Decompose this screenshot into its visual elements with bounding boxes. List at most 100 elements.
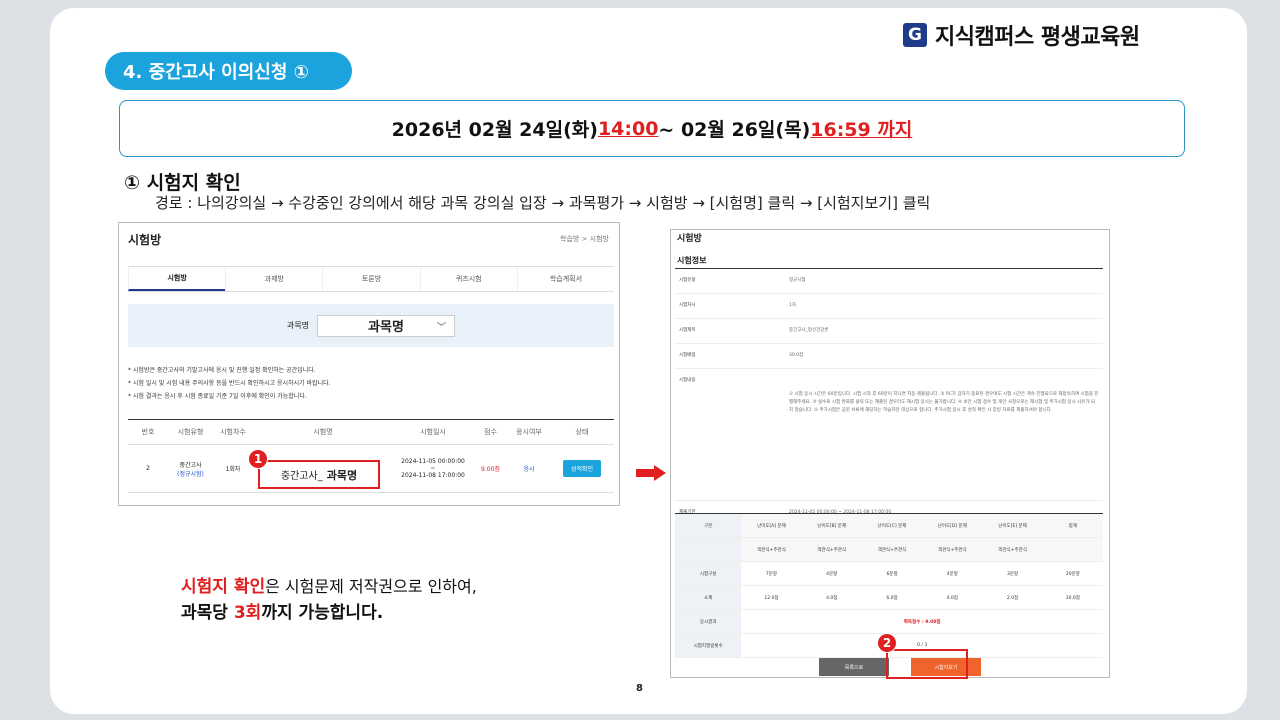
room-tabs: 시험방 과제방 토론방 퀴즈시험 학습계획서 xyxy=(128,266,614,292)
tab-exam-room[interactable]: 시험방 xyxy=(128,267,226,291)
cell-date-end: 2024-11-08 17:00:00 xyxy=(401,472,465,479)
info-row: 시험제목 중간고사_정신건강론 xyxy=(675,319,1103,344)
grid-row-label: 시험구성 xyxy=(675,562,742,585)
subject-label: 과목명 xyxy=(286,321,310,330)
grid-cell: 20문항 xyxy=(1065,571,1080,577)
cell-date: 2024-11-05 00:00:00 ~ 2024-11-08 17:00:0… xyxy=(393,445,473,492)
right-arrow-icon xyxy=(636,465,666,481)
grid-cell: 12.0점 xyxy=(764,595,779,601)
step-title: ① 시험지 확인 xyxy=(124,172,241,194)
note-line-2: 과목당 3회까지 가능합니다. xyxy=(181,600,477,626)
step-badge-2: 2 xyxy=(877,633,897,653)
grid-sub: 객관식+주관식 xyxy=(817,547,847,553)
notice-item: * 시험방은 중간고사와 기말고사에 응시 및 진행 일정 확인하는 공간입니다… xyxy=(128,367,316,374)
info-value: 정규시험 xyxy=(789,278,806,283)
note-count: 3회 xyxy=(233,603,262,623)
result-row: 응시결과 획득점수 : 9.00점 xyxy=(675,610,1103,634)
grid-header: 난이도[B] 문제 xyxy=(817,523,847,529)
exam-name-subject: 과목명 xyxy=(326,468,358,482)
score-check-button[interactable]: 성적확인 xyxy=(562,460,602,477)
page-number: 8 xyxy=(636,683,643,694)
table-header: 번호 시험유형 시험차수 시험명 시험일시 점수 응시여부 상태 xyxy=(128,419,614,445)
grid-sub xyxy=(675,538,742,561)
brand-name: 지식캠퍼스 평생교육원 xyxy=(935,25,1140,50)
subject-select[interactable]: 과목명 ﹀ xyxy=(317,314,456,337)
grid-row: 소계 12.0점 4.0점 6.0점 4.0점 2.0점 30.0점 xyxy=(675,586,1103,610)
col-type: 시험유형 xyxy=(177,428,204,436)
note-line2-a: 과목당 xyxy=(181,603,234,623)
grid-cell: 30.0점 xyxy=(1065,595,1080,601)
grid-cell: 2.0점 xyxy=(1006,595,1019,601)
col-round: 시험차수 xyxy=(220,428,246,436)
col-no: 번호 xyxy=(141,428,155,436)
subject-select-value: 과목명 xyxy=(368,320,404,335)
grid-header: 난이도[C] 문제 xyxy=(877,523,907,529)
cell-type-sub: (정규시험) xyxy=(177,470,204,478)
col-status: 상태 xyxy=(575,428,589,436)
section-title: 4. 중간고사 이의신청 ① xyxy=(105,52,352,90)
grid-cell: 4.0점 xyxy=(826,595,838,601)
grid-cell: 4문항 xyxy=(826,571,838,577)
info-table: 시험유형 정규시험 시험차시 1차 시험제목 중간고사_정신건강론 시험배점 30.0점… xyxy=(675,269,1103,526)
note-rest: 은 시험문제 저작권으로 인하여, xyxy=(265,577,477,596)
grid-cell: 7문항 xyxy=(765,571,778,577)
grid-sub: 객관식+주관식 xyxy=(937,547,967,553)
chevron-down-icon: ﹀ xyxy=(437,322,447,333)
grid-sub-row: 객관식+주관식 객관식+주관식 객관식+주관식 객관식+주관식 객관식+주관식 xyxy=(675,538,1103,562)
panel-title: 시험방 xyxy=(128,233,162,247)
info-value: 1차 xyxy=(789,303,797,308)
cell-taken: 응시 xyxy=(523,466,535,473)
cell-type: 중간고사 (정규시험) xyxy=(168,445,213,492)
back-to-list-button[interactable]: 목록으로 xyxy=(819,658,889,676)
col-date: 시험일시 xyxy=(420,428,446,436)
breadcrumb: 학습방 > 시험방 xyxy=(560,235,609,243)
info-key: 시험배점 xyxy=(679,353,696,358)
view-button-highlight xyxy=(886,649,968,679)
appeal-period-box: 2026년 02월 24일(화) 14:00 ~ 02월 26일(목) 16:5… xyxy=(119,100,1185,157)
panel-title: 시험방 xyxy=(677,234,702,244)
grid-header: 난이도[A] 문제 xyxy=(757,523,786,529)
period-end-time: 16:59 까지 xyxy=(810,119,913,141)
tab-discussion-room[interactable]: 토론방 xyxy=(322,267,419,291)
tab-quiz[interactable]: 퀴즈시험 xyxy=(419,267,517,291)
info-key: 시험차시 xyxy=(679,303,696,308)
grid-row-label: 소계 xyxy=(675,586,742,609)
cell-date-sep: ~ xyxy=(430,465,436,472)
info-row: 시험차시 1차 xyxy=(675,294,1103,319)
note-line-1: 시험지 확인은 시험문제 저작권으로 인하여, xyxy=(181,574,477,600)
tab-assignment-room[interactable]: 과제방 xyxy=(225,267,322,291)
grid-header: 구분 xyxy=(675,514,742,537)
grid-row: 시험구성 7문항 4문항 6문항 4문항 3문항 20문항 xyxy=(675,562,1103,586)
period-start-time: 14:00 xyxy=(597,117,659,140)
grid-cell: 3문항 xyxy=(1007,571,1019,577)
exam-info-panel: 시험방 시험정보 시험유형 정규시험 시험차시 1차 시험제목 중간고사_정신건강론 … xyxy=(670,229,1110,678)
cell-no: 2 xyxy=(146,465,150,472)
period-prefix: 2026년 02월 24일(화) xyxy=(391,119,598,141)
grid-header-row: 구분 난이도[A] 문제 난이도[B] 문제 난이도[C] 문제 난이도[D] … xyxy=(675,514,1103,538)
notice-list: * 시험방은 중간고사와 기말고사에 응시 및 진행 일정 확인하는 공간입니다… xyxy=(128,364,331,403)
cell-score: 9.00점 xyxy=(481,466,500,473)
tab-study-plan[interactable]: 학습계획서 xyxy=(516,267,614,291)
notice-item: * 시험 결과는 응시 후 시험 종료일 기준 7일 이후에 확인이 가능합니다… xyxy=(128,393,307,400)
cell-round: 1회차 xyxy=(225,466,241,473)
grid-cell: 6.0점 xyxy=(886,595,898,601)
info-key: 시험제목 xyxy=(679,328,696,333)
info-row: 시험내용 ① 시험 응시 시간은 60분입니다. 시험 시작 후 60분이 지나면… xyxy=(675,369,1103,501)
note-highlight: 시험지 확인 xyxy=(181,577,266,597)
view-count-label: 시험지열람횟수 xyxy=(675,634,742,657)
grid-sub: 객관식+주관식 xyxy=(877,547,907,553)
grid-header: 난이도[D] 문제 xyxy=(937,523,967,529)
grid-cell: 4.0점 xyxy=(946,595,958,601)
cell-status: 성적확인 xyxy=(550,445,614,492)
brand-logo: G 지식캠퍼스 평생교육원 xyxy=(903,19,1140,51)
grid-cell: 4문항 xyxy=(946,571,958,577)
info-value: ① 시험 응시 시간은 60분입니다. 시험 시작 후 60분이 지나면 자동 … xyxy=(789,392,1099,413)
info-row: 시험유형 정규시험 xyxy=(675,269,1103,294)
exam-name-link-highlight[interactable]: 중간고사_ 과목명 xyxy=(258,460,380,489)
exam-name-prefix: 중간고사_ xyxy=(280,471,323,482)
result-value: 획득점수 : 9.00점 xyxy=(903,619,941,625)
info-key: 시험유형 xyxy=(679,278,696,283)
info-row: 시험배점 30.0점 xyxy=(675,344,1103,369)
note-line2-b: 까지 가능합니다. xyxy=(261,603,384,623)
info-value: 중간고사_정신건강론 xyxy=(789,328,829,333)
